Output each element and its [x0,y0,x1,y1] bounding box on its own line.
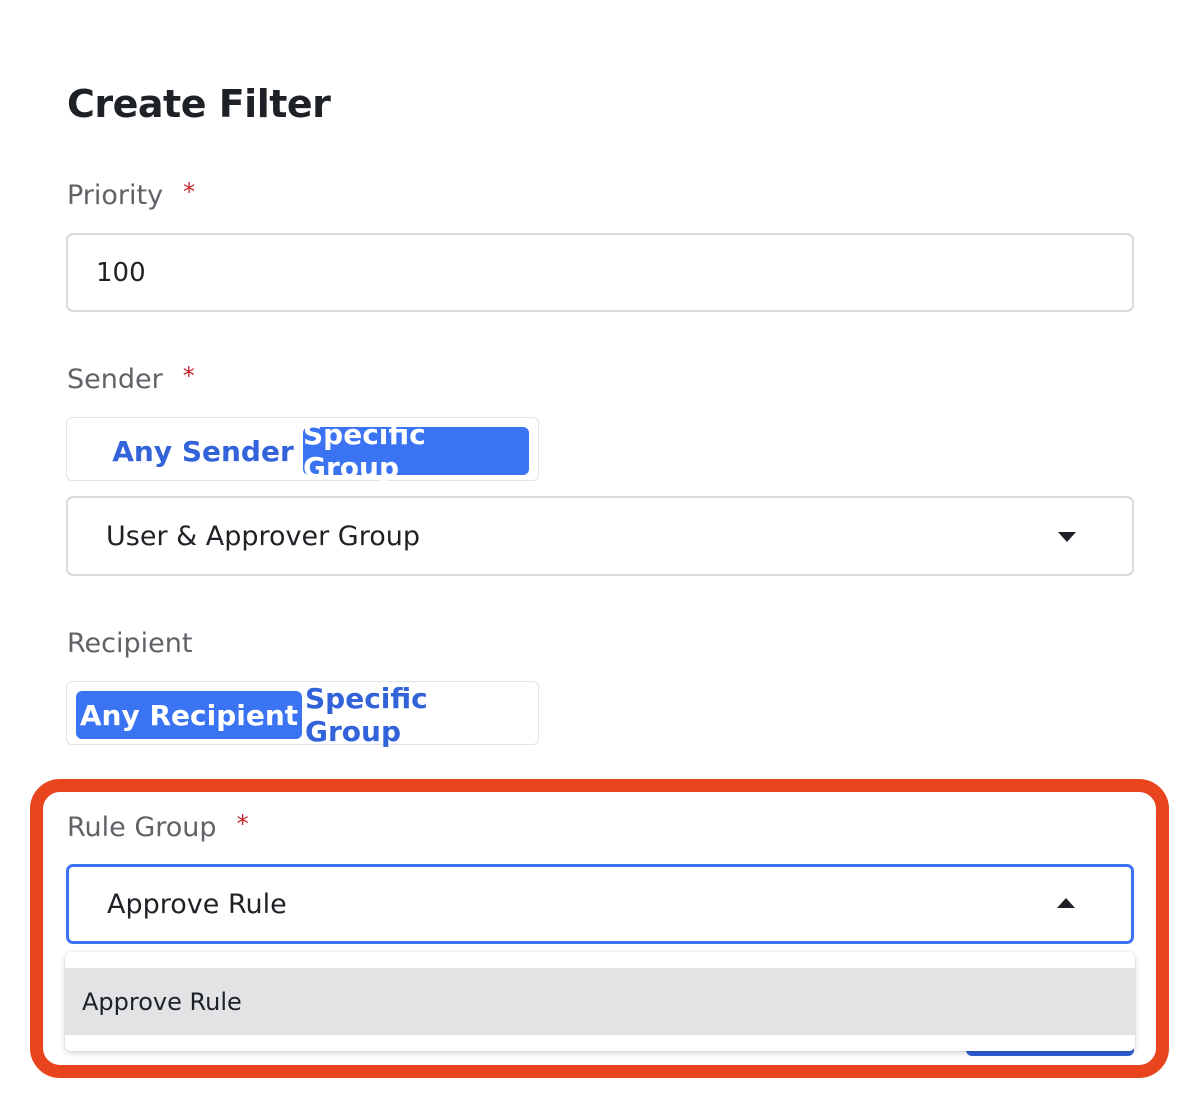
priority-input[interactable] [66,233,1134,312]
dialog-title: Create Filter [67,82,331,126]
sender-group-select-value: User & Approver Group [106,520,421,552]
create-filter-dialog: Create Filter Priority * Sender * Any Send… [0,0,1198,1120]
sender-label: Sender * [67,362,195,395]
rule-group-select[interactable]: Approve Rule [66,864,1134,944]
recipient-segmented-control: Any Recipient Specific Group [66,681,539,748]
priority-required-mark: * [183,178,196,206]
priority-label-text: Priority [67,180,164,211]
recipient-label: Recipient [67,628,192,659]
sender-any-sender-button[interactable]: Any Sender [103,427,303,475]
rule-group-dropdown-menu: Approve Rule [65,952,1135,1051]
rule-group-label: Rule Group * [67,810,249,843]
caret-down-icon [1058,532,1076,542]
priority-label: Priority * [67,178,196,211]
recipient-any-recipient-button[interactable]: Any Recipient [76,691,302,739]
sender-segmented-control: Any Sender Specific Group [66,417,539,484]
sender-specific-group-button[interactable]: Specific Group [303,418,529,484]
dropdown-option-approve-rule[interactable]: Approve Rule [65,968,1135,1035]
recipient-label-text: Recipient [67,628,193,659]
sender-label-text: Sender [67,364,163,395]
rule-group-select-value: Approve Rule [107,888,287,920]
caret-up-icon [1057,898,1075,908]
rule-group-label-text: Rule Group [67,812,217,843]
rule-group-required-mark: * [236,810,249,838]
sender-required-mark: * [182,362,195,390]
recipient-specific-group-button[interactable]: Specific Group [305,682,525,748]
sender-group-select[interactable]: User & Approver Group [66,496,1134,576]
